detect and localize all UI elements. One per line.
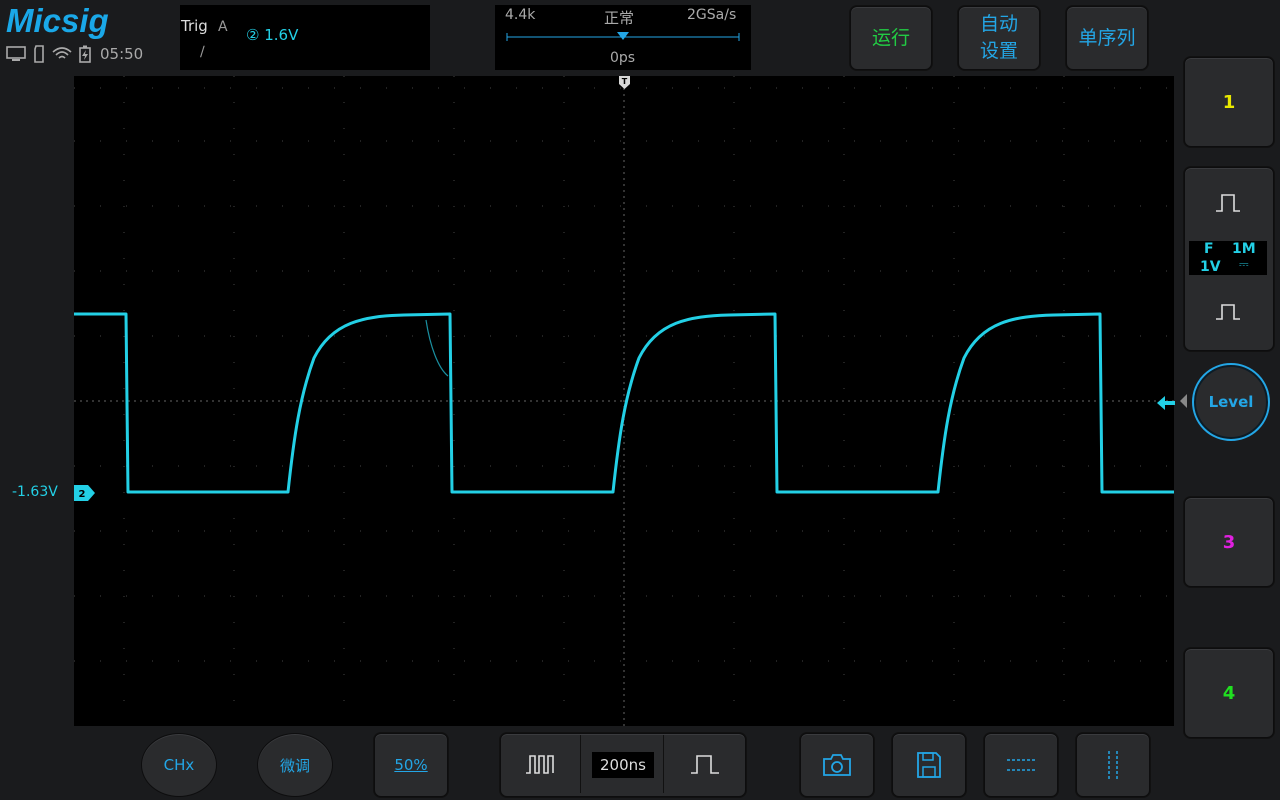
run-stop-button[interactable]: 运行 [850, 6, 932, 70]
waveform-grid [74, 76, 1174, 726]
timebase-divider-left [580, 735, 581, 793]
camera-icon [823, 754, 851, 776]
waveform-display[interactable] [74, 76, 1174, 726]
channel-1-label: 1 [1222, 91, 1236, 113]
trigger-label: Trig [181, 17, 208, 35]
ch2-offset-marker[interactable]: 2 [74, 485, 96, 501]
status-bar: 05:50 [6, 44, 143, 64]
timebase-zoom-in-icon[interactable] [689, 752, 721, 776]
ch2-pulse-down-icon[interactable] [1214, 300, 1242, 322]
ch2-impedance: 1M [1232, 241, 1256, 257]
channel-4-button[interactable]: 4 [1184, 648, 1274, 738]
level-label: Level [1208, 393, 1254, 411]
fine-adjust-button[interactable]: 微调 [257, 733, 333, 797]
acquisition-mode: 正常 [604, 9, 635, 27]
trigger-mode: A [218, 19, 228, 35]
trigger-level-marker[interactable] [1156, 395, 1176, 411]
save-icon [917, 752, 941, 778]
wifi-icon [52, 47, 72, 59]
timebase-divider-right [663, 735, 664, 793]
monitor-icon [6, 46, 26, 61]
fine-label: 微调 [279, 756, 310, 775]
timebase-zoom-out-icon[interactable] [524, 752, 556, 776]
horizontal-cursor-icon [1007, 759, 1035, 771]
ch2-offset-value: -1.63V [12, 484, 58, 500]
timebase-scale-value: 200ns [600, 756, 646, 774]
vertical-cursor-icon [1108, 751, 1118, 779]
battery-charging-icon [79, 45, 91, 63]
run-label: 运行 [871, 26, 910, 49]
level-pointer-icon [1180, 394, 1187, 408]
fifty-percent-button[interactable]: 50% [374, 733, 448, 797]
ch2-coupling: F [1204, 241, 1214, 257]
center-axes [74, 76, 1174, 726]
trigger-source-level: ② 1.6V [246, 26, 299, 44]
fifty-label: 50% [394, 756, 428, 774]
channel-1-button[interactable]: 1 [1184, 57, 1274, 147]
ch2-waveform-ghost [425, 319, 449, 377]
memory-depth: 4.4k [505, 7, 536, 23]
ch2-pulse-up-icon[interactable] [1214, 192, 1242, 214]
sd-card-icon [34, 45, 44, 63]
auto-label-line2: 设置 [979, 40, 1018, 62]
channel-4-label: 4 [1222, 682, 1236, 704]
horizontal-cursor-button[interactable] [984, 733, 1058, 797]
vertical-cursor-button[interactable] [1076, 733, 1150, 797]
single-sequence-button[interactable]: 单序列 [1066, 6, 1148, 70]
screenshot-button[interactable] [800, 733, 874, 797]
trigger-slope-icon: ∕ [200, 44, 205, 60]
memory-position-bar[interactable] [505, 29, 742, 45]
trigger-panel[interactable] [180, 5, 430, 70]
timebase-scale: 200ns [592, 752, 654, 778]
auto-label-line1: 自动 [979, 13, 1018, 35]
ch2-dc-icon: ⎓ [1239, 257, 1249, 271]
channel-3-label: 3 [1222, 531, 1236, 553]
ch2-marker-label: 2 [79, 489, 86, 500]
trigger-position-marker[interactable]: T [618, 75, 631, 90]
channel-3-button[interactable]: 3 [1184, 497, 1274, 587]
brand-logo: Micsig [6, 2, 109, 39]
ch2-scale: 1V [1200, 259, 1221, 275]
single-label: 单序列 [1078, 26, 1136, 49]
ch2-info-box: F 1M 1V ⎓ [1189, 241, 1267, 275]
clock: 05:50 [100, 45, 144, 63]
save-button[interactable] [892, 733, 966, 797]
auto-setup-button[interactable]: 自动 设置 [958, 6, 1040, 70]
trigger-level-button[interactable]: Level [1192, 363, 1270, 441]
trigger-marker-label: T [622, 77, 628, 86]
chx-label: CHx [163, 756, 195, 774]
trigger-delay: 0ps [610, 50, 636, 66]
chx-button[interactable]: CHx [141, 733, 217, 797]
sample-rate: 2GSa/s [687, 7, 737, 23]
